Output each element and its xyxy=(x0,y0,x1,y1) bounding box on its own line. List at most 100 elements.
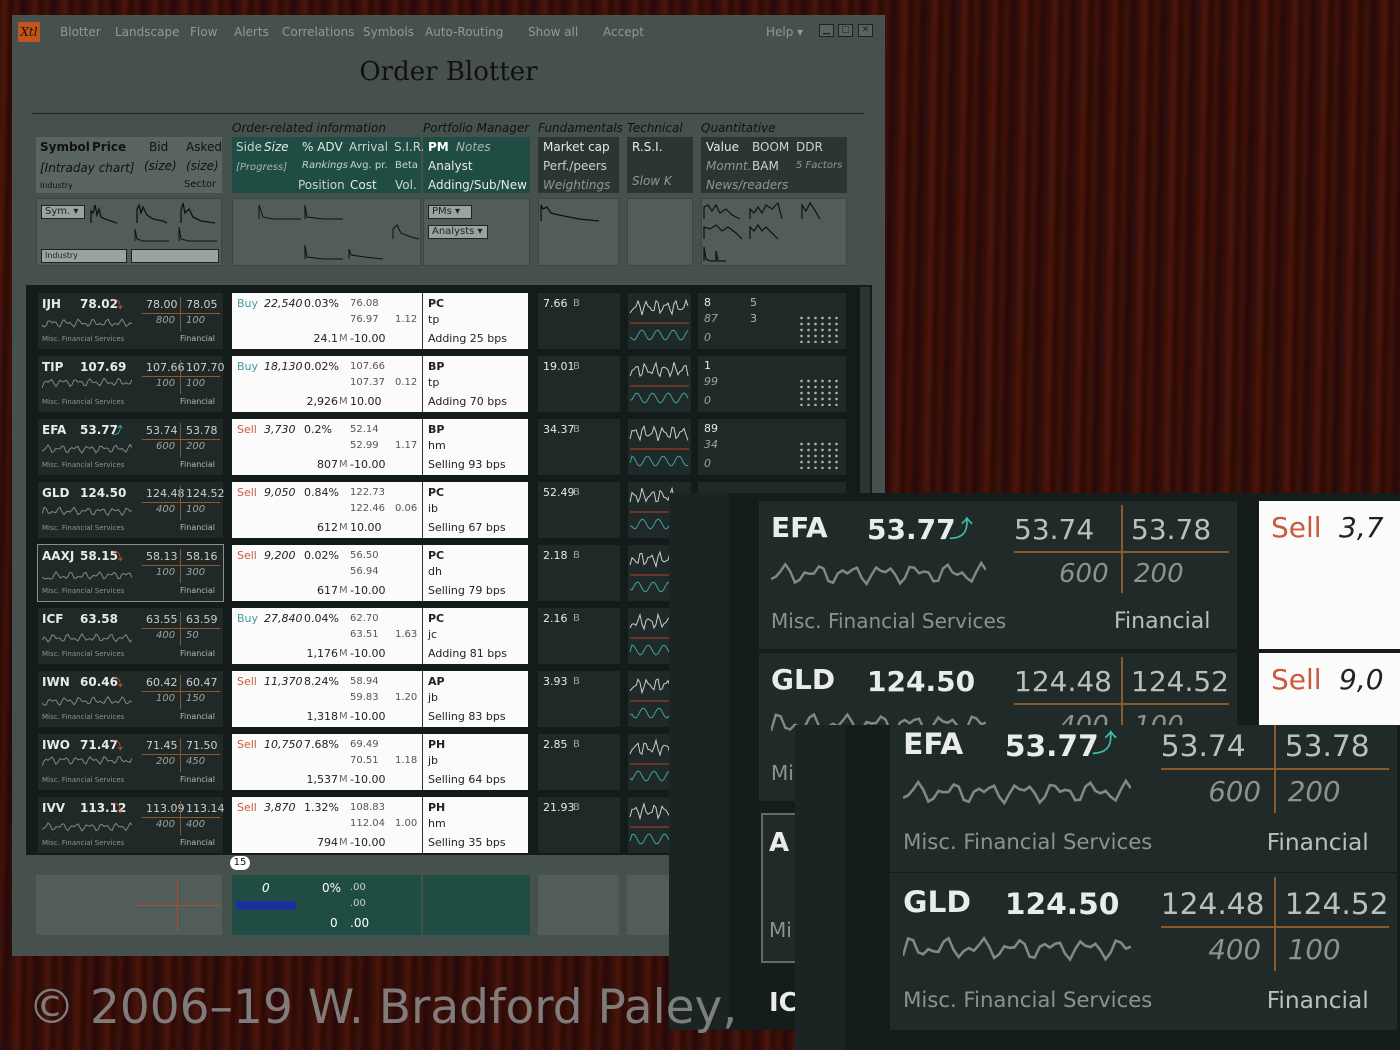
col-size[interactable]: Size xyxy=(264,140,289,154)
fundamentals-cell[interactable]: 2.16 B xyxy=(538,608,620,664)
cost: -10.00 xyxy=(350,647,386,660)
pct-adv: 0.02% xyxy=(304,360,339,373)
fundamentals-cell[interactable]: 52.49 B xyxy=(538,482,620,538)
symbol-cell[interactable]: AAXJ 58.15 ⤵ 58.13 58.16 100 300 Misc. Financia… xyxy=(37,544,224,602)
bid-ask-divider xyxy=(180,360,181,394)
order-cell[interactable]: Sell 3,870 1.32% 108.83 112.04 1.00 794 M -10.00… xyxy=(232,797,528,853)
col-value[interactable]: Value xyxy=(706,140,739,154)
pms-dropdown[interactable]: PMs ▾ xyxy=(428,205,472,219)
col-side[interactable]: Side xyxy=(236,140,262,154)
col-ddr[interactable]: DDR xyxy=(796,140,823,154)
fundamentals-cell[interactable]: 21.93 B xyxy=(538,797,620,853)
zoom-symbol: GLD xyxy=(903,883,972,919)
sector: Financial xyxy=(180,334,216,343)
analysts-dropdown[interactable]: Analysts ▾ xyxy=(428,225,488,239)
col-price[interactable]: Price xyxy=(92,140,126,154)
symbol-cell[interactable]: IWO 71.47 ⤵ 71.45 71.50 200 450 Misc. Financial… xyxy=(38,734,223,790)
symbol-cell[interactable]: IVV 113.12 ⤵ 113.09 113.14 400 400 Misc. Financ… xyxy=(38,797,225,853)
menu-alerts[interactable]: Alerts xyxy=(234,25,269,39)
menu-accept[interactable]: Accept xyxy=(603,25,644,39)
menu-correlations[interactable]: Correlations xyxy=(282,25,354,39)
zoom-symbol-cell[interactable]: EFA 53.77 ⤴ 53.74 53.78 600 200 Misc. Financial… xyxy=(890,725,1398,872)
col-analyst[interactable]: Analyst xyxy=(428,159,473,173)
bid-ask-rule xyxy=(1160,926,1389,928)
ask-price: 60.47 xyxy=(186,676,218,689)
fundamentals-cell[interactable]: 34.37 B xyxy=(538,419,620,475)
quantitative-cell[interactable]: 89 34 0 xyxy=(698,419,846,475)
zoom-sector: Financial xyxy=(1114,609,1211,634)
symbol-cell[interactable]: GLD 124.50 124.48 124.52 400 100 Misc. Financi… xyxy=(38,482,225,538)
order-cell[interactable]: Sell 9,050 0.84% 122.73 122.46 0.06 612 M 10.00 P… xyxy=(232,482,528,538)
rsi-chart xyxy=(629,298,689,341)
fundamentals-cell[interactable]: 19.01 B xyxy=(538,356,620,412)
analyst: hm xyxy=(428,439,446,452)
menu-symbols[interactable]: Symbols xyxy=(363,25,414,39)
market-cap-unit: B xyxy=(573,739,580,750)
col-5factors[interactable]: 5 Factors xyxy=(796,160,842,171)
maximize-icon[interactable]: □ xyxy=(838,24,853,37)
zoom-symbol-cell[interactable]: EFA 53.77 ⤴ 53.74 53.78 600 200 Misc. Financial… xyxy=(759,501,1237,649)
menu-show-all[interactable]: Show all xyxy=(528,25,578,39)
arrival-price: 58.94 xyxy=(350,676,379,687)
order-cell[interactable]: Sell 9,200 0.02% 56.50 56.94 617 M -10.00 PC dh Se… xyxy=(232,545,528,601)
zoom-margin xyxy=(669,493,729,1030)
symbol-cell[interactable]: TIP 107.69 107.66 107.70 100 100 Misc. Financi… xyxy=(38,356,225,412)
order-cell[interactable]: Buy 22,540 0.03% 76.08 76.97 1.12 24.1 M -10.00 P… xyxy=(232,293,528,349)
menu-auto-routing[interactable]: Auto-Routing xyxy=(425,25,503,39)
col-adv[interactable]: % ADV xyxy=(302,140,343,154)
col-sir[interactable]: S.I.R. xyxy=(394,140,425,154)
col-pm[interactable]: PM xyxy=(428,140,449,154)
col-market-cap[interactable]: Market cap xyxy=(543,140,610,154)
symbol-cell[interactable]: IWN 60.46 ⤵ 60.42 60.47 100 150 Misc. Financial… xyxy=(38,671,223,727)
menu-blotter[interactable]: Blotter xyxy=(60,25,101,39)
technical-cell[interactable] xyxy=(628,293,691,349)
symbol-cell[interactable]: IJH 78.02 ⤵ 78.00 78.05 800 100 Misc. Financial… xyxy=(38,293,223,349)
col-news[interactable]: News/readers xyxy=(706,178,788,192)
col-asked[interactable]: Asked xyxy=(186,140,222,154)
symbol-cell[interactable]: EFA 53.77 ⤴ 53.74 53.78 600 200 Misc. Financial… xyxy=(38,419,223,475)
col-boom[interactable]: BOOM xyxy=(752,140,789,154)
header-order: Side Size % ADV Arrival S.I.R. [Progress… xyxy=(232,137,425,193)
zoom-symbol-cell[interactable]: GLD 124.50 124.48 124.52 400 100 Misc. Financi… xyxy=(890,873,1398,1030)
quantitative-cell[interactable]: 1 99 0 xyxy=(698,356,846,412)
order-cell[interactable]: Sell 11,370 8.24% 58.94 59.83 1.20 1,318 M -10.0… xyxy=(232,671,528,727)
fundamentals-cell[interactable]: 7.66 B xyxy=(538,293,620,349)
minimize-icon[interactable]: ▁ xyxy=(819,24,834,37)
arrow-down-icon: ⤵ xyxy=(112,802,123,815)
col-weightings[interactable]: Weightings xyxy=(543,178,610,192)
col-bam[interactable]: BAM xyxy=(752,159,779,173)
col-rsi[interactable]: R.S.I. xyxy=(632,140,663,154)
filter-symbol: Sym. ▾ Industry xyxy=(36,198,222,266)
symbol-cell[interactable]: ICF 63.58 63.55 63.59 400 50 Misc. Financial S… xyxy=(38,608,223,664)
fundamentals-cell[interactable]: 2.18 B xyxy=(538,545,620,601)
quantitative-cell[interactable]: 8 5 87 3 0 xyxy=(698,293,846,349)
zoom-order-cell[interactable]: Sell 3,7 xyxy=(1259,501,1400,649)
col-adding[interactable]: Adding/Sub/New xyxy=(428,178,527,192)
order-cell[interactable]: Sell 3,730 0.2% 52.14 52.99 1.17 807 M -10.00 BP h… xyxy=(232,419,528,475)
col-slow-k[interactable]: Slow K xyxy=(632,174,672,188)
zoom-bid: 124.48 xyxy=(1014,665,1112,698)
col-momnt[interactable]: Momnt. xyxy=(706,159,752,173)
col-arrival[interactable]: Arrival xyxy=(349,140,388,154)
col-perf[interactable]: Perf./peers xyxy=(543,159,607,173)
fundamentals-cell[interactable]: 3.93 B xyxy=(538,671,620,727)
market-cap-unit: B xyxy=(573,550,580,561)
fundamentals-cell[interactable]: 2.85 B xyxy=(538,734,620,790)
menu-landscape[interactable]: Landscape xyxy=(115,25,179,39)
close-icon[interactable]: ✕ xyxy=(858,24,873,37)
sym-dropdown[interactable]: Sym. ▾ xyxy=(41,205,85,219)
col-notes[interactable]: Notes xyxy=(456,140,491,154)
industry-dropdown[interactable]: Industry xyxy=(41,249,127,263)
technical-cell[interactable] xyxy=(628,419,691,475)
col-bid[interactable]: Bid xyxy=(149,140,168,154)
app-logo[interactable]: Xtl xyxy=(18,22,40,42)
order-cell[interactable]: Sell 10,750 7.68% 69.49 70.51 1.18 1,537 M -10.0… xyxy=(232,734,528,790)
sector-dropdown[interactable] xyxy=(131,249,219,263)
menu-help[interactable]: Help ▾ xyxy=(766,25,803,39)
order-cell[interactable]: Buy 18,130 0.02% 107.66 107.37 0.12 2,926 M 10.0… xyxy=(232,356,528,412)
col-symbol[interactable]: Symbol xyxy=(40,140,90,154)
menu-flow[interactable]: Flow xyxy=(190,25,217,39)
bid-size: 400 xyxy=(156,504,176,515)
technical-cell[interactable] xyxy=(628,356,691,412)
order-cell[interactable]: Buy 27,840 0.04% 62.70 63.51 1.63 1,176 M -10.00… xyxy=(232,608,528,664)
